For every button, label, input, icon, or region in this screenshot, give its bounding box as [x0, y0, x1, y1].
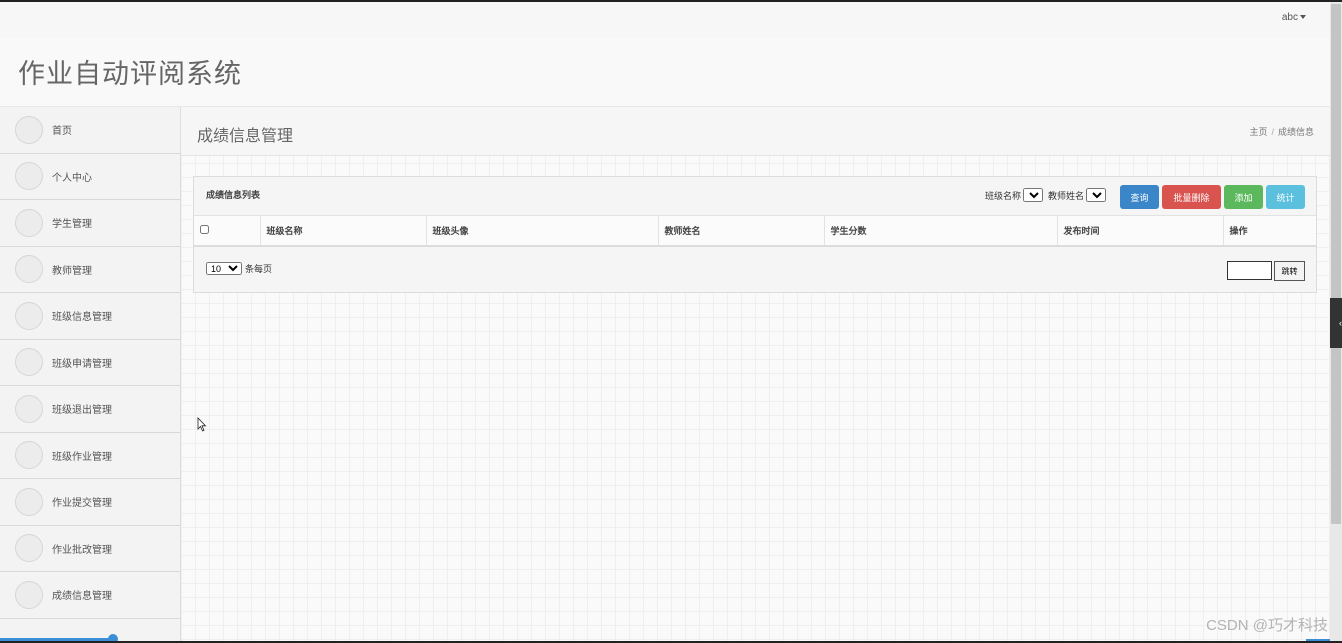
menu-circle-icon	[15, 348, 43, 377]
column-header[interactable]: 发布时间	[1056, 215, 1223, 247]
sidebar-item-score-info[interactable]: 成绩信息管理	[0, 572, 180, 619]
sidebar-item-homework-submit[interactable]: 作业提交管理	[0, 479, 180, 526]
menu-circle-icon	[15, 394, 43, 423]
page-jump-input[interactable]	[1227, 261, 1272, 280]
page-size-suffix: 条每页	[245, 264, 273, 274]
sidebar-item-label: 班级作业管理	[52, 451, 112, 463]
page-jump-button[interactable]: 跳转	[1274, 261, 1305, 281]
chevron-left-icon[interactable]: ‹	[1330, 298, 1342, 348]
sidebar-item-students[interactable]: 学生管理	[0, 200, 180, 247]
app-title: 作业自动评阅系统	[18, 59, 242, 89]
sidebar-item-label: 班级信息管理	[52, 312, 112, 324]
breadcrumb-separator: /	[1271, 127, 1274, 137]
menu-circle-icon	[15, 255, 43, 284]
teacher-name-filter-label: 教师姓名	[1048, 190, 1085, 201]
page-size-control: 10 条每页	[206, 262, 272, 275]
column-header: 操作	[1222, 215, 1316, 247]
sidebar-item-label: 个人中心	[52, 172, 92, 184]
breadcrumb-current: 成绩信息	[1277, 127, 1314, 137]
bottom-accent	[1306, 639, 1330, 641]
menu-circle-icon	[15, 162, 43, 191]
class-name-select[interactable]	[1023, 188, 1044, 202]
sidebar-item-class-info[interactable]: 班级信息管理	[0, 293, 180, 340]
menu-circle-icon	[15, 208, 43, 237]
class-name-filter: 班级名称	[985, 188, 1044, 202]
sidebar-item-label: 学生管理	[52, 219, 92, 231]
sidebar-item-teachers[interactable]: 教师管理	[0, 247, 180, 293]
teacher-name-select[interactable]	[1086, 188, 1107, 202]
panel-title: 成绩信息列表	[206, 190, 261, 200]
score-list-panel: 成绩信息列表 班级名称 教师姓名 查询 批量删除 添加 统计 班级名称 班级头像…	[193, 176, 1317, 293]
column-header[interactable]: 教师姓名	[657, 215, 824, 247]
mouse-cursor-icon	[197, 417, 207, 432]
menu-circle-icon	[15, 441, 43, 470]
sidebar-item-label: 作业批改管理	[52, 544, 112, 556]
sidebar-item-class-homework[interactable]: 班级作业管理	[0, 433, 180, 479]
stats-button[interactable]: 统计	[1266, 185, 1305, 209]
menu-circle-icon	[15, 580, 43, 609]
select-all-header	[194, 215, 260, 247]
menu-circle-icon	[15, 115, 43, 144]
score-table: 班级名称 班级头像 教师姓名 学生分数 发布时间 操作	[194, 215, 1316, 247]
user-menu-label: abc	[1281, 12, 1298, 23]
user-menu[interactable]: abc	[1282, 12, 1306, 23]
page: abc 作业自动评阅系统 首页 个人中心 学生管理 教师管理 班级信息管理 班级…	[0, 0, 1342, 643]
menu-circle-icon	[15, 487, 43, 516]
sidebar-item-personal-center[interactable]: 个人中心	[0, 154, 180, 200]
watermark: CSDN @巧才科技	[1206, 617, 1328, 634]
sidebar-item-label: 成绩信息管理	[52, 591, 112, 603]
sidebar-item-label: 班级申请管理	[52, 358, 112, 370]
batch-delete-button[interactable]: 批量删除	[1162, 185, 1221, 209]
column-header[interactable]: 班级名称	[259, 215, 426, 247]
breadcrumb-home[interactable]: 主页	[1249, 127, 1267, 137]
page-title: 成绩信息管理	[197, 128, 294, 145]
top-bar: abc	[0, 2, 1330, 39]
sidebar-item-class-exit[interactable]: 班级退出管理	[0, 386, 180, 433]
sidebar-item-label: 作业提交管理	[52, 498, 112, 510]
page-size-select[interactable]: 10	[206, 262, 242, 275]
breadcrumb: 主页 / 成绩信息	[1249, 125, 1314, 138]
teacher-name-filter: 教师姓名	[1048, 188, 1107, 202]
score-table-wrapper: 班级名称 班级头像 教师姓名 学生分数 发布时间 操作	[194, 215, 1316, 247]
app-header: 作业自动评阅系统	[0, 38, 1330, 107]
class-name-filter-label: 班级名称	[985, 190, 1022, 201]
scrollbar-thumb[interactable]	[1331, 4, 1341, 524]
sidebar-item-label: 首页	[52, 126, 72, 138]
column-header[interactable]: 学生分数	[823, 215, 1057, 247]
sidebar-item-homework-grading[interactable]: 作业批改管理	[0, 526, 180, 572]
add-button[interactable]: 添加	[1224, 185, 1263, 209]
sidebar-item-class-apply[interactable]: 班级申请管理	[0, 340, 180, 386]
sidebar-item-home[interactable]: 首页	[0, 107, 180, 154]
caret-down-icon	[1300, 15, 1306, 20]
query-button[interactable]: 查询	[1120, 185, 1159, 209]
main-content: 成绩信息管理 主页 / 成绩信息 成绩信息列表 班级名称 教师姓名 查询 批量删除 …	[181, 107, 1330, 643]
sidebar-item-label: 教师管理	[52, 265, 92, 277]
column-header[interactable]: 班级头像	[425, 215, 658, 247]
sidebar: 首页 个人中心 学生管理 教师管理 班级信息管理 班级申请管理 班级退出管理 班…	[0, 107, 181, 643]
menu-circle-icon	[15, 534, 43, 563]
table-header-row: 班级名称 班级头像 教师姓名 学生分数 发布时间 操作	[194, 215, 1316, 247]
sidebar-item-label: 班级退出管理	[52, 405, 112, 417]
page-header: 成绩信息管理 主页 / 成绩信息	[181, 107, 1330, 156]
menu-circle-icon	[15, 301, 43, 330]
select-all-checkbox[interactable]	[200, 224, 209, 234]
